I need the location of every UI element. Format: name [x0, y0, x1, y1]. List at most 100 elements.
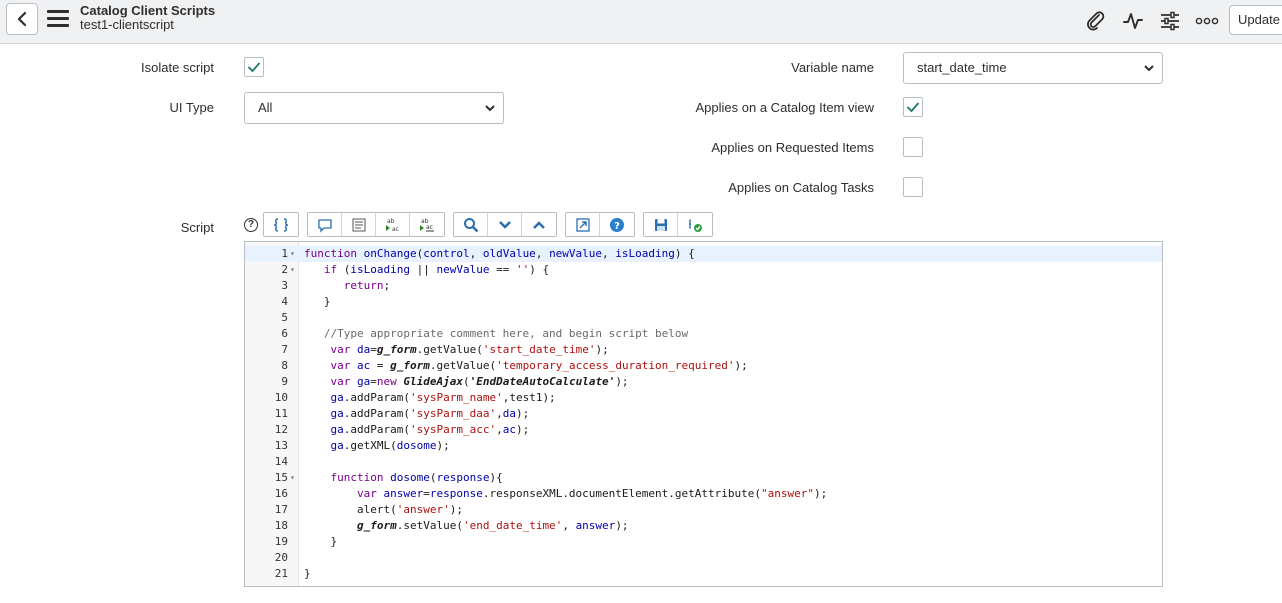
line-number: 7	[281, 343, 288, 356]
replace-all-icon[interactable]: ab ac	[410, 213, 444, 236]
code-line[interactable]: 9 var ga=new GlideAjax('EndDateAutoCalcu…	[245, 374, 1162, 390]
replace-icon[interactable]: ab ac	[376, 213, 410, 236]
code-line[interactable]: 8 var ac = g_form.getValue('temporary_ac…	[245, 358, 1162, 374]
line-number: 18	[274, 519, 288, 532]
toolbar-group-search	[453, 212, 557, 237]
code-line[interactable]: 5	[245, 310, 1162, 326]
code-line[interactable]: 18 g_form.setValue('end_date_time', answ…	[245, 518, 1162, 534]
isolate-script-label: Isolate script	[141, 60, 214, 75]
line-number: 10	[274, 391, 288, 404]
fold-arrow-icon[interactable]: ▾	[290, 470, 295, 486]
code-text: //Type appropriate comment here, and beg…	[323, 327, 689, 340]
code-text: return;	[343, 279, 391, 292]
toolbar-group-format	[263, 212, 299, 237]
settings-sliders-icon[interactable]	[1157, 8, 1183, 34]
code-text: var answer=response.responseXML.document…	[356, 487, 828, 500]
code-line[interactable]: 1 ▾ function onChange(control, oldValue, n…	[245, 246, 1162, 262]
checkmark-icon	[247, 62, 261, 73]
code-line[interactable]: 15 ▾ function dosome(response){	[245, 470, 1162, 486]
variable-name-value: start_date_time	[917, 60, 1007, 75]
line-number: 12	[274, 423, 288, 436]
line-number: 19	[274, 535, 288, 548]
line-number: 3	[281, 279, 288, 292]
toolbar-group-view: ?	[565, 212, 635, 237]
code-line[interactable]: 12 ga.addParam('sysParm_acc',ac);	[245, 422, 1162, 438]
ui-type-label: UI Type	[169, 100, 214, 115]
code-line[interactable]: 21}	[245, 566, 1162, 582]
code-line[interactable]: 19 }	[245, 534, 1162, 550]
code-text: var da=g_form.getValue('start_date_time'…	[330, 343, 609, 356]
line-number: 9	[281, 375, 288, 388]
code-line[interactable]: 11 ga.addParam('sysParm_daa',da);	[245, 406, 1162, 422]
script-label: Script	[180, 220, 214, 235]
code-line[interactable]: 16 var answer=response.responseXML.docum…	[245, 486, 1162, 502]
form-header: Catalog Client Scripts test1-clientscrip…	[0, 0, 1282, 44]
code-line[interactable]: 20	[245, 550, 1162, 566]
next-icon[interactable]	[488, 213, 522, 236]
toolbar-group-save	[643, 212, 713, 237]
svg-text:ac: ac	[392, 226, 399, 233]
validate-icon[interactable]	[678, 213, 712, 236]
isolate-script-checkbox[interactable]	[244, 57, 264, 77]
fold-arrow-icon[interactable]: ▾	[290, 246, 295, 262]
save-icon[interactable]	[644, 213, 678, 236]
line-number: 6	[281, 327, 288, 340]
ui-type-value: All	[258, 100, 273, 115]
line-number: 1	[281, 247, 288, 260]
code-text: ga.addParam('sysParm_acc',ac);	[330, 423, 530, 436]
fold-arrow-icon[interactable]: ▾	[290, 262, 295, 278]
comment-icon[interactable]	[308, 213, 342, 236]
menu-icon[interactable]	[47, 10, 69, 28]
search-icon[interactable]	[454, 213, 488, 236]
code-line[interactable]: 4 }	[245, 294, 1162, 310]
field-help-icon[interactable]: ?	[244, 218, 258, 232]
variable-name-select[interactable]: start_date_time	[903, 52, 1163, 84]
previous-icon[interactable]	[522, 213, 556, 236]
code-text: if (isLoading || newValue == '') {	[323, 263, 550, 276]
code-text: }	[304, 567, 311, 580]
code-line[interactable]: 17 alert('answer');	[245, 502, 1162, 518]
code-text: function dosome(response){	[330, 471, 503, 484]
line-number: 4	[281, 295, 288, 308]
line-number: 21	[274, 567, 288, 580]
ui-type-select[interactable]: All	[244, 92, 504, 124]
code-text: ga.addParam('sysParm_daa',da);	[330, 407, 530, 420]
code-line[interactable]: 7 var da=g_form.getValue('start_date_tim…	[245, 342, 1162, 358]
attachment-icon[interactable]	[1083, 8, 1109, 34]
applies-tasks-checkbox[interactable]	[903, 177, 923, 197]
code-line[interactable]: 10 ga.addParam('sysParm_name',test1);	[245, 390, 1162, 406]
variable-name-label: Variable name	[791, 60, 874, 75]
chevron-down-icon	[485, 105, 495, 112]
line-number: 5	[281, 311, 288, 324]
script-editor[interactable]: 1 ▾ function onChange(control, oldValue, n…	[244, 241, 1163, 587]
line-number: 2	[281, 263, 288, 276]
code-text: g_form.setValue('end_date_time', answer)…	[356, 519, 629, 532]
applies-catalog-item-checkbox[interactable]	[903, 97, 923, 117]
code-text: }	[304, 535, 338, 548]
svg-text:?: ?	[614, 221, 620, 232]
back-button[interactable]	[6, 3, 38, 35]
help-icon[interactable]: ?	[600, 213, 634, 236]
chevron-down-icon	[1144, 65, 1154, 72]
line-number: 14	[274, 455, 288, 468]
toolbar-group-edit: ab ac ab ac	[307, 212, 445, 237]
activity-icon[interactable]	[1120, 8, 1146, 34]
format-code-icon[interactable]	[264, 213, 298, 236]
line-number: 16	[274, 487, 288, 500]
page-title: Catalog Client Scripts	[80, 3, 216, 18]
svg-text:ac: ac	[426, 224, 433, 231]
code-line[interactable]: 6 //Type appropriate comment here, and b…	[245, 326, 1162, 342]
code-line[interactable]: 2 ▾ if (isLoading || newValue == '') {	[245, 262, 1162, 278]
format-text-icon[interactable]	[342, 213, 376, 236]
code-text: ga.getXML(dosome);	[330, 439, 450, 452]
applies-requested-checkbox[interactable]	[903, 137, 923, 157]
code-line[interactable]: 13 ga.getXML(dosome);	[245, 438, 1162, 454]
update-button[interactable]: Update	[1229, 5, 1282, 35]
code-line[interactable]: 3 return;	[245, 278, 1162, 294]
line-number: 11	[274, 407, 288, 420]
more-options-icon[interactable]	[1194, 8, 1220, 34]
fullscreen-icon[interactable]	[566, 213, 600, 236]
code-text: var ga=new GlideAjax('EndDateAutoCalcula…	[330, 375, 629, 388]
line-number: 13	[274, 439, 288, 452]
code-line[interactable]: 14	[245, 454, 1162, 470]
